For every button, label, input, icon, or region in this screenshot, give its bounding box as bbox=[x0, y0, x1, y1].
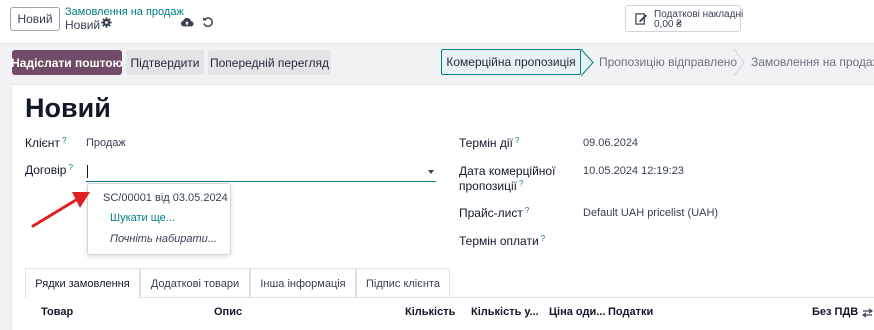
client-label: Клієнт? bbox=[25, 136, 66, 150]
validity-label: Термін дії? bbox=[459, 136, 519, 150]
record-title: Новий bbox=[25, 93, 111, 123]
breadcrumb-current: Новий bbox=[65, 18, 101, 32]
gear-icon[interactable] bbox=[101, 17, 112, 31]
tab-optional-products[interactable]: Додаткові товари bbox=[140, 268, 250, 298]
quote-date-field[interactable]: 10.05.2024 12:19:23 bbox=[583, 165, 684, 177]
contract-label: Договір? bbox=[25, 163, 73, 177]
tax-invoices-smart-button[interactable]: Податкові накладні 0,00 ₴ bbox=[625, 5, 743, 32]
discard-changes-icon[interactable] bbox=[202, 16, 214, 31]
contract-autocomplete-dropdown: SC/00001 від 03.05.2024 Шукати ще... Поч… bbox=[87, 183, 231, 255]
help-tooltip-icon[interactable]: ? bbox=[519, 179, 523, 188]
dropdown-option-contract[interactable]: SC/00001 від 03.05.2024 bbox=[103, 192, 228, 204]
tab-other-info[interactable]: Інша інформація bbox=[250, 268, 356, 298]
pricelist-label-text: Прайс-лист bbox=[459, 206, 523, 220]
confirm-button[interactable]: Підтвердити bbox=[126, 50, 204, 75]
help-tooltip-icon[interactable]: ? bbox=[515, 136, 519, 145]
client-label-text: Клієнт bbox=[25, 136, 60, 150]
send-by-email-button[interactable]: Надіслати поштою bbox=[11, 50, 123, 75]
action-bar: Надіслати поштою Підтвердити Попередній … bbox=[0, 44, 874, 84]
contract-label-text: Договір bbox=[25, 163, 67, 177]
chevron-down-icon[interactable] bbox=[428, 170, 434, 174]
column-header-subtotal[interactable]: Без ПДВ bbox=[812, 306, 858, 318]
dropdown-search-more[interactable]: Шукати ще... bbox=[110, 212, 175, 224]
pricelist-field[interactable]: Default UAH pricelist (UAH) bbox=[583, 207, 718, 219]
pricelist-label: Прайс-лист? bbox=[459, 206, 529, 220]
column-header-description[interactable]: Опис bbox=[214, 306, 242, 318]
validity-label-text: Термін дії bbox=[459, 136, 513, 150]
quote-date-label: Дата комерційної bbox=[459, 164, 556, 178]
new-record-button[interactable]: Новий bbox=[10, 7, 60, 31]
stage-sales-order[interactable]: Замовлення на продаж bbox=[751, 49, 874, 75]
contract-input[interactable] bbox=[86, 163, 436, 182]
quote-date-label-line2: пропозиції? bbox=[459, 179, 523, 193]
stage-quotation[interactable]: Комерційна пропозиція bbox=[441, 49, 581, 75]
preview-button[interactable]: Попередній перегляд bbox=[208, 50, 331, 75]
top-bar: Новий Замовлення на продаж Новий Податко… bbox=[0, 0, 874, 44]
column-header-quantity-unit[interactable]: Кількість у... bbox=[471, 306, 539, 318]
column-header-product[interactable]: Товар bbox=[41, 306, 73, 318]
annotation-arrow-icon bbox=[31, 192, 90, 228]
column-header-taxes[interactable]: Податки bbox=[608, 306, 653, 318]
client-field[interactable]: Продаж bbox=[86, 137, 126, 149]
help-tooltip-icon[interactable]: ? bbox=[525, 206, 529, 215]
column-header-quantity[interactable]: Кількість bbox=[405, 306, 455, 318]
tax-invoices-value: 0,00 ₴ bbox=[654, 19, 682, 30]
optional-columns-icon[interactable] bbox=[861, 307, 874, 321]
column-header-unit-price[interactable]: Ціна оди... bbox=[549, 306, 605, 318]
tabs-divider bbox=[140, 297, 874, 298]
stage-quotation-sent[interactable]: Пропозицію відправлено bbox=[599, 49, 737, 75]
help-tooltip-icon[interactable]: ? bbox=[541, 234, 545, 243]
payment-terms-label-text: Термін оплати bbox=[459, 234, 539, 248]
dropdown-start-typing-hint: Почніть набирати... bbox=[110, 233, 217, 245]
tab-customer-signature[interactable]: Підпис клієнта bbox=[356, 268, 450, 298]
save-cloud-icon[interactable] bbox=[180, 16, 194, 31]
text-cursor bbox=[87, 165, 88, 178]
validity-date-field[interactable]: 09.06.2024 bbox=[583, 137, 638, 149]
help-tooltip-icon[interactable]: ? bbox=[62, 136, 66, 145]
stage-separator-icon bbox=[581, 49, 594, 76]
edit-document-icon bbox=[635, 12, 648, 28]
quote-date-label-text: пропозиції bbox=[459, 179, 517, 193]
stage-separator-icon bbox=[734, 49, 745, 76]
breadcrumb-parent-link[interactable]: Замовлення на продаж bbox=[65, 6, 184, 18]
payment-terms-label: Термін оплати? bbox=[459, 234, 545, 248]
tab-order-lines[interactable]: Рядки замовлення bbox=[25, 268, 140, 298]
help-tooltip-icon[interactable]: ? bbox=[68, 163, 72, 172]
